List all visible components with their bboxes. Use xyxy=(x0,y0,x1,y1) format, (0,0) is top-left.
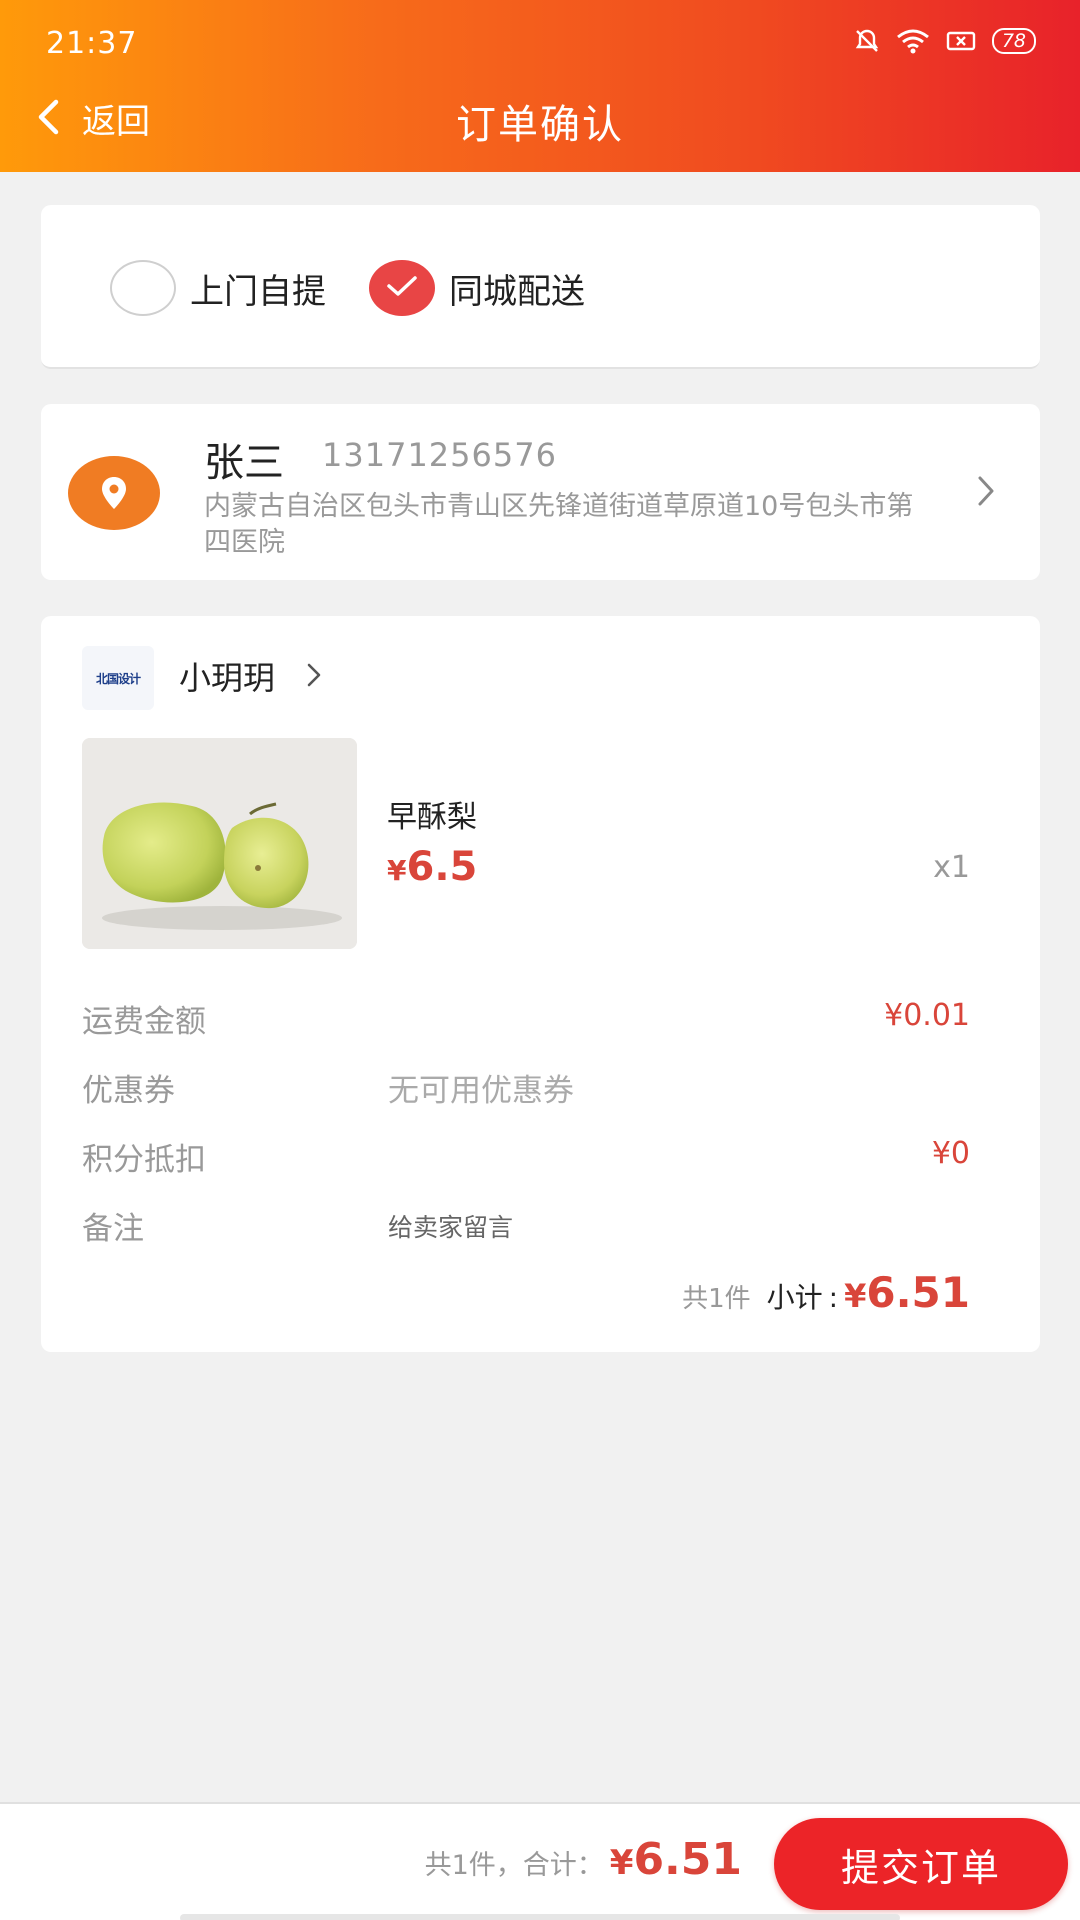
coupon-label: 优惠券 xyxy=(82,1073,175,1109)
pickup-label: 上门自提 xyxy=(190,271,326,312)
total-amount: 6.51 xyxy=(633,1834,742,1885)
mute-bell-icon xyxy=(854,28,880,54)
pickup-option[interactable]: 上门自提 xyxy=(110,260,326,316)
subtotal: 共1件 小计 : ¥6.51 xyxy=(682,1268,970,1317)
bottom-bar: 共1件，合计： ¥6.51 提交订单 xyxy=(0,1802,1080,1920)
subtotal-currency: ¥ xyxy=(844,1277,867,1315)
status-icons: 78 xyxy=(854,28,1036,54)
subtotal-count: 共1件 xyxy=(682,1284,751,1314)
remark-label: 备注 xyxy=(82,1211,144,1247)
city-delivery-radio[interactable] xyxy=(369,260,435,316)
product-quantity: x1 xyxy=(933,850,970,885)
shop-logo: 北国设计 xyxy=(82,646,154,710)
product-name: 早酥梨 xyxy=(387,800,477,835)
screen-record-icon xyxy=(946,29,976,53)
status-time: 21:37 xyxy=(46,26,138,61)
product-price-currency: ¥ xyxy=(387,854,407,887)
recipient-name: 张三 xyxy=(204,440,284,486)
product-price: ¥6.5 xyxy=(387,844,477,890)
address-detail: 内蒙古自治区包头市青山区先锋道街道草原道10号包头市第四医院 xyxy=(204,491,914,558)
app-header: 21:37 78 返回 订单确认 xyxy=(0,0,1080,172)
page-title: 订单确认 xyxy=(456,102,624,148)
product-image xyxy=(82,738,357,949)
check-icon xyxy=(385,273,419,303)
coupon-value[interactable]: 无可用优惠券 xyxy=(388,1065,574,1110)
total-currency: ¥ xyxy=(609,1843,634,1883)
order-card: 北国设计 小玥玥 早酥梨 ¥6.5 x1 运费金额 ¥0.01 优惠券 无可用优… xyxy=(41,616,1040,1352)
order-total: 共1件，合计： ¥6.51 xyxy=(425,1834,742,1885)
subtotal-colon: : xyxy=(828,1281,839,1314)
submit-order-button[interactable]: 提交订单 xyxy=(774,1818,1068,1910)
home-indicator[interactable] xyxy=(180,1914,900,1920)
product-price-value: 6.5 xyxy=(406,844,478,890)
points-deduction-label: 积分抵扣 xyxy=(82,1142,206,1178)
points-deduction-value: ¥0 xyxy=(931,1136,970,1171)
pickup-radio[interactable] xyxy=(110,260,176,316)
wifi-icon xyxy=(896,28,930,54)
total-label: 共1件，合计： xyxy=(424,1850,604,1881)
location-pin-icon xyxy=(68,456,160,530)
battery-indicator: 78 xyxy=(991,28,1036,54)
remark-input[interactable]: 给卖家留言 xyxy=(388,1208,513,1244)
city-delivery-label: 同城配送 xyxy=(449,271,585,312)
shipping-fee-value: ¥0.01 xyxy=(884,998,970,1033)
shop-chevron-right-icon[interactable] xyxy=(305,662,323,692)
shop-name[interactable]: 小玥玥 xyxy=(179,653,275,699)
subtotal-label: 小计 xyxy=(766,1281,823,1314)
city-delivery-option[interactable]: 同城配送 xyxy=(369,260,585,316)
recipient-phone: 13171256576 xyxy=(322,436,557,474)
address-card[interactable]: 张三 13171256576 内蒙古自治区包头市青山区先锋道街道草原道10号包头… xyxy=(41,404,1040,580)
delivery-method-card: 上门自提 同城配送 xyxy=(41,205,1040,369)
shipping-fee-label: 运费金额 xyxy=(82,1004,206,1040)
chevron-right-icon xyxy=(976,474,996,512)
subtotal-amount: 6.51 xyxy=(866,1268,970,1317)
